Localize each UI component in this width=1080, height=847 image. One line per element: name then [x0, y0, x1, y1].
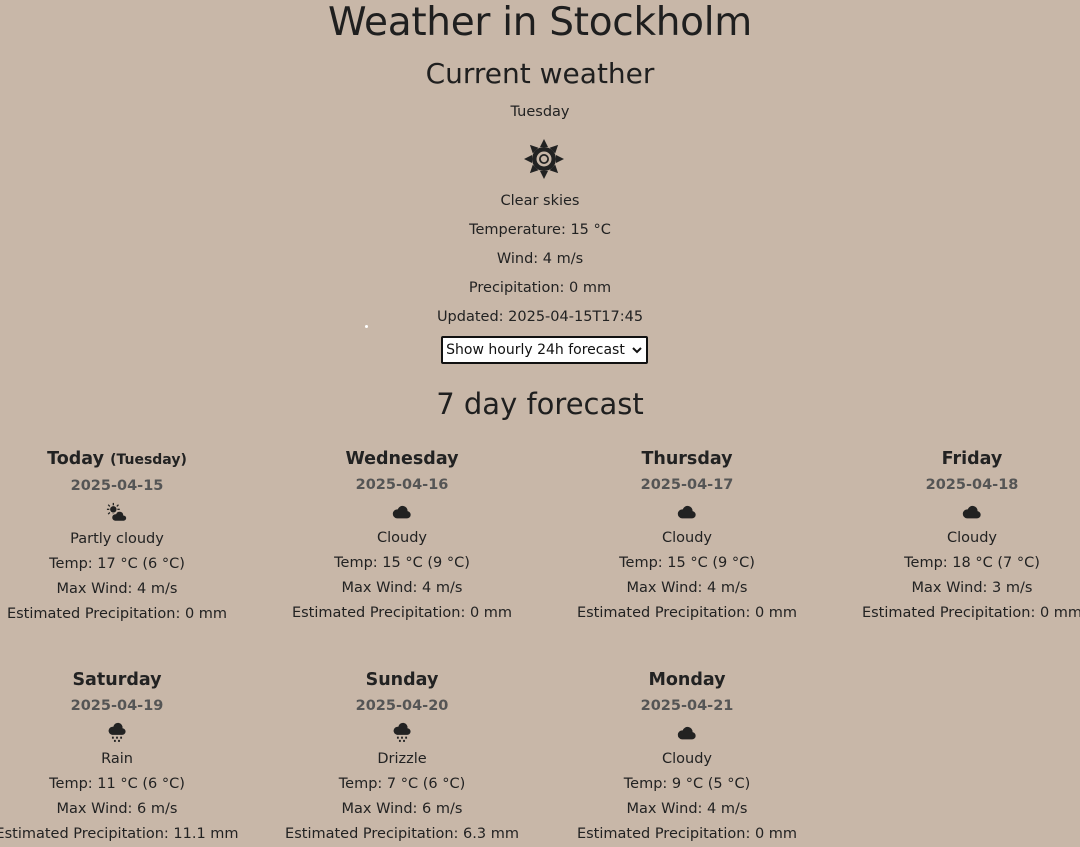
- forecast-wind: Max Wind: 3 m/s: [911, 580, 1033, 596]
- forecast-day-card: Saturday 2025-04-19 Rain Temp: 11 °C (6 °C)…: [0, 667, 260, 847]
- forecast-day-card: Thursday 2025-04-17 Cloudy Temp: 15 °C (9 °…: [545, 446, 830, 626]
- forecast-wind: Max Wind: 6 m/s: [56, 801, 178, 817]
- page-title: Weather in Stockholm: [328, 0, 752, 45]
- forecast-heading: 7 day forecast: [436, 387, 644, 421]
- forecast-day-name: Today (Tuesday): [0, 446, 260, 473]
- forecast-temp: Temp: 15 °C (9 °C): [334, 555, 470, 571]
- forecast-precip: Estimated Precipitation: 0 mm: [861, 605, 1080, 621]
- cloud-icon: [545, 498, 830, 526]
- forecast-day-card: Wednesday 2025-04-16 Cloudy Temp: 15 °C (9 …: [260, 446, 545, 626]
- current-temperature: Temperature: 15 °C: [469, 222, 611, 238]
- forecast-wind: Max Wind: 6 m/s: [341, 801, 463, 817]
- forecast-temp: Temp: 18 °C (7 °C): [904, 555, 1040, 571]
- forecast-temp: Temp: 11 °C (6 °C): [49, 776, 185, 792]
- forecast-day-card: Friday 2025-04-18 Cloudy Temp: 18 °C (7 °C)…: [830, 446, 1080, 626]
- forecast-temp: Temp: 15 °C (9 °C): [619, 555, 755, 571]
- forecast-precip: Estimated Precipitation: 0 mm: [576, 605, 798, 621]
- forecast-day-card: Today (Tuesday) 2025-04-15 Partly cloudy Te…: [0, 446, 260, 627]
- chevron-down-icon: [632, 347, 642, 354]
- current-precipitation: Precipitation: 0 mm: [468, 280, 612, 296]
- forecast-date: 2025-04-21: [640, 698, 734, 714]
- forecast-date: 2025-04-15: [70, 478, 164, 494]
- forecast-condition: Cloudy: [947, 530, 997, 546]
- forecast-day-label: Monday: [648, 670, 726, 690]
- forecast-precip: Estimated Precipitation: 0 mm: [576, 826, 798, 842]
- forecast-day-card: Sunday 2025-04-20 Drizzle Temp: 7 °C (6 °C)…: [260, 667, 545, 847]
- forecast-condition: Partly cloudy: [70, 531, 164, 547]
- forecast-day-label: Friday: [941, 449, 1003, 469]
- forecast-date: 2025-04-17: [640, 477, 734, 493]
- hourly-forecast-label: Show hourly 24h forecast: [446, 342, 625, 358]
- forecast-day-name: Thursday: [545, 446, 830, 472]
- forecast-day-label: Saturday: [72, 670, 162, 690]
- rain-cloud-icon: [260, 719, 545, 747]
- current-day: Tuesday: [510, 104, 570, 120]
- forecast-temp: Temp: 7 °C (6 °C): [338, 776, 466, 792]
- forecast-day-name: Sunday: [260, 667, 545, 693]
- weather-page: Weather in Stockholm Current weather Tue…: [0, 0, 1080, 847]
- forecast-date: 2025-04-16: [355, 477, 449, 493]
- forecast-day-label: Wednesday: [345, 449, 459, 469]
- current-condition: Clear skies: [500, 193, 580, 209]
- rain-cloud-icon: [0, 719, 260, 747]
- forecast-wind: Max Wind: 4 m/s: [626, 801, 748, 817]
- sun-icon: [522, 137, 566, 181]
- forecast-condition: Rain: [101, 751, 133, 767]
- forecast-temp: Temp: 9 °C (5 °C): [623, 776, 751, 792]
- cloud-icon: [830, 498, 1080, 526]
- forecast-condition: Cloudy: [662, 751, 712, 767]
- forecast-wind: Max Wind: 4 m/s: [626, 580, 748, 596]
- forecast-date: 2025-04-19: [70, 698, 164, 714]
- forecast-condition: Drizzle: [377, 751, 427, 767]
- forecast-day-name: Saturday: [0, 667, 260, 693]
- forecast-day-label: Thursday: [641, 449, 733, 469]
- forecast-day-label: Sunday: [365, 670, 439, 690]
- hourly-forecast-toggle[interactable]: Show hourly 24h forecast: [441, 336, 648, 364]
- cloud-icon: [545, 719, 830, 747]
- forecast-condition: Cloudy: [377, 530, 427, 546]
- forecast-day-name: Monday: [545, 667, 830, 693]
- forecast-day-label: Today: [47, 449, 104, 469]
- forecast-wind: Max Wind: 4 m/s: [341, 580, 463, 596]
- forecast-wind: Max Wind: 4 m/s: [56, 581, 178, 597]
- forecast-day-name: Friday: [830, 446, 1080, 472]
- forecast-precip: Estimated Precipitation: 6.3 mm: [285, 826, 519, 842]
- forecast-date: 2025-04-20: [355, 698, 449, 714]
- current-updated: Updated: 2025-04-15T17:45: [436, 309, 644, 325]
- forecast-temp: Temp: 17 °C (6 °C): [49, 556, 185, 572]
- forecast-date: 2025-04-18: [925, 477, 1019, 493]
- forecast-precip: Estimated Precipitation: 0 mm: [6, 606, 228, 622]
- forecast-day-name: Wednesday: [260, 446, 545, 472]
- current-weather-heading: Current weather: [425, 57, 655, 90]
- forecast-precip: Estimated Precipitation: 11.1 mm: [0, 826, 239, 842]
- cloud-icon: [260, 498, 545, 526]
- current-wind: Wind: 4 m/s: [496, 251, 584, 267]
- forecast-condition: Cloudy: [662, 530, 712, 546]
- forecast-day-card: Monday 2025-04-21 Cloudy Temp: 9 °C (5 °C) M…: [545, 667, 830, 847]
- cursor-dot: [365, 325, 368, 328]
- forecast-day-sub: (Tuesday): [110, 452, 187, 468]
- forecast-precip: Estimated Precipitation: 0 mm: [291, 605, 513, 621]
- partly-cloudy-icon: [0, 499, 260, 527]
